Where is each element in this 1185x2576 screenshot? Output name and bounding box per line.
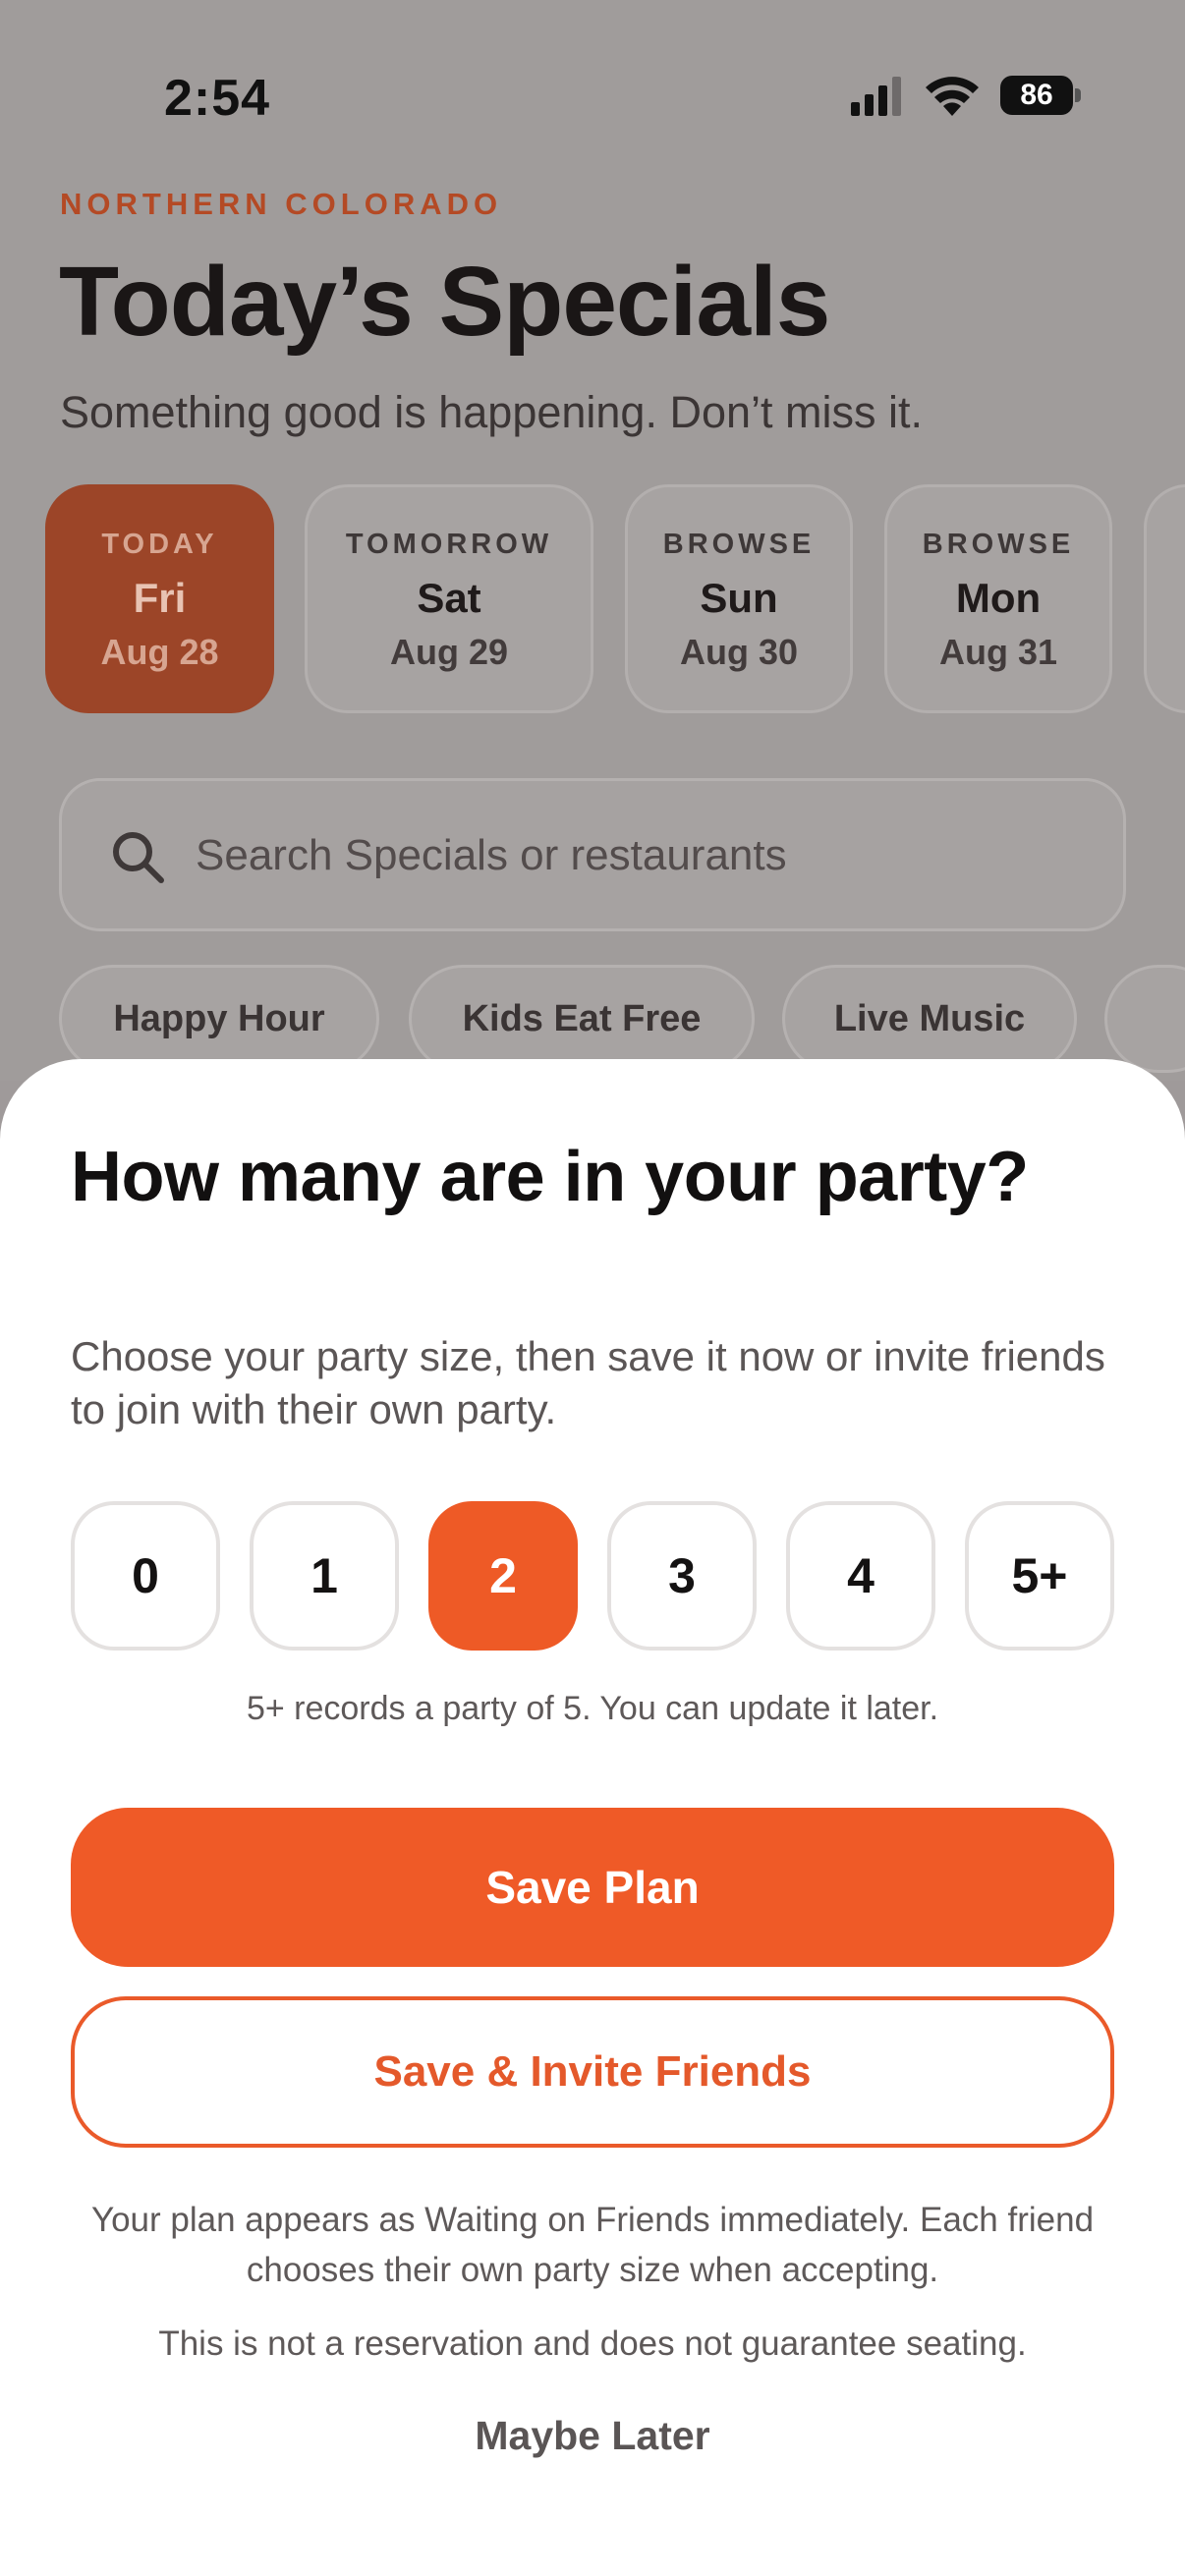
party-size-3[interactable]: 3 xyxy=(607,1501,757,1651)
page-title: Today’s Specials xyxy=(59,247,830,357)
party-size-hint: 5+ records a party of 5. You can update … xyxy=(246,1690,939,1727)
save-plan-button[interactable]: Save Plan xyxy=(71,1808,1114,1967)
region-label: NORTHERN COLORADO xyxy=(60,187,503,221)
search-bar[interactable] xyxy=(59,778,1126,931)
day-kind: TOMORROW xyxy=(345,529,553,560)
day-chip-tomorrow[interactable]: TOMORROW Sat Aug 29 xyxy=(305,484,593,713)
day-name: Sun xyxy=(700,575,778,621)
background-screen: 2:54 86 NORTHERN COLORADO Today’s Specia… xyxy=(0,0,1185,1081)
status-bar: 2:54 86 xyxy=(0,0,1185,187)
day-chip-mon[interactable]: BROWSE Mon Aug 31 xyxy=(884,484,1112,713)
day-date: Aug 28 xyxy=(100,632,219,672)
save-invite-friends-button[interactable]: Save & Invite Friends xyxy=(71,1996,1114,2148)
party-size-1[interactable]: 1 xyxy=(250,1501,399,1651)
party-size-selector: 0 1 2 3 4 5+ xyxy=(71,1501,1114,1651)
party-size-sheet: How many are in your party? Choose your … xyxy=(0,1059,1185,2576)
reservation-disclaimer: This is not a reservation and does not g… xyxy=(158,2324,1027,2363)
battery-tip xyxy=(1075,88,1081,102)
day-date: Aug 29 xyxy=(389,632,509,672)
party-size-4[interactable]: 4 xyxy=(786,1501,935,1651)
sheet-description: Choose your party size, then save it now… xyxy=(71,1333,1105,1432)
day-chip-sun[interactable]: BROWSE Sun Aug 30 xyxy=(625,484,853,713)
day-date: Aug 31 xyxy=(938,632,1058,672)
day-selector: TODAY Fri Aug 28 TOMORROW Sat Aug 29 BRO… xyxy=(45,484,1185,715)
party-size-0[interactable]: 0 xyxy=(71,1501,220,1651)
party-size-2[interactable]: 2 xyxy=(428,1501,578,1651)
day-date: Aug 30 xyxy=(679,632,799,672)
filter-chip-kids-eat-free[interactable]: Kids Eat Free xyxy=(409,965,755,1073)
day-chip-today[interactable]: TODAY Fri Aug 28 xyxy=(45,484,274,713)
filter-chip-happy-hour[interactable]: Happy Hour xyxy=(59,965,379,1073)
plan-note: Your plan appears as Waiting on Friends … xyxy=(90,2201,1095,2289)
party-size-5-plus[interactable]: 5+ xyxy=(965,1501,1114,1651)
wifi-icon xyxy=(926,77,979,116)
search-input[interactable] xyxy=(196,820,1080,891)
day-name: Sat xyxy=(417,575,481,621)
day-kind: BROWSE xyxy=(662,529,816,560)
battery-icon: 86 xyxy=(1000,76,1081,115)
maybe-later-button[interactable]: Maybe Later xyxy=(396,2413,789,2459)
sheet-title: How many are in your party? xyxy=(71,1138,1029,1216)
signal-icon xyxy=(851,77,901,116)
filter-chip-live-music[interactable]: Live Music xyxy=(782,965,1077,1073)
day-name: Fri xyxy=(133,575,187,621)
battery-level: 86 xyxy=(1000,76,1073,115)
day-chip-partial[interactable] xyxy=(1144,484,1185,713)
day-name: Mon xyxy=(955,575,1042,621)
filter-chip-partial[interactable] xyxy=(1104,965,1185,1073)
search-icon xyxy=(113,832,164,883)
day-kind: BROWSE xyxy=(922,529,1075,560)
status-time: 2:54 xyxy=(164,70,271,127)
day-kind: TODAY xyxy=(101,529,218,560)
page-subtitle: Something good is happening. Don’t miss … xyxy=(60,387,924,437)
